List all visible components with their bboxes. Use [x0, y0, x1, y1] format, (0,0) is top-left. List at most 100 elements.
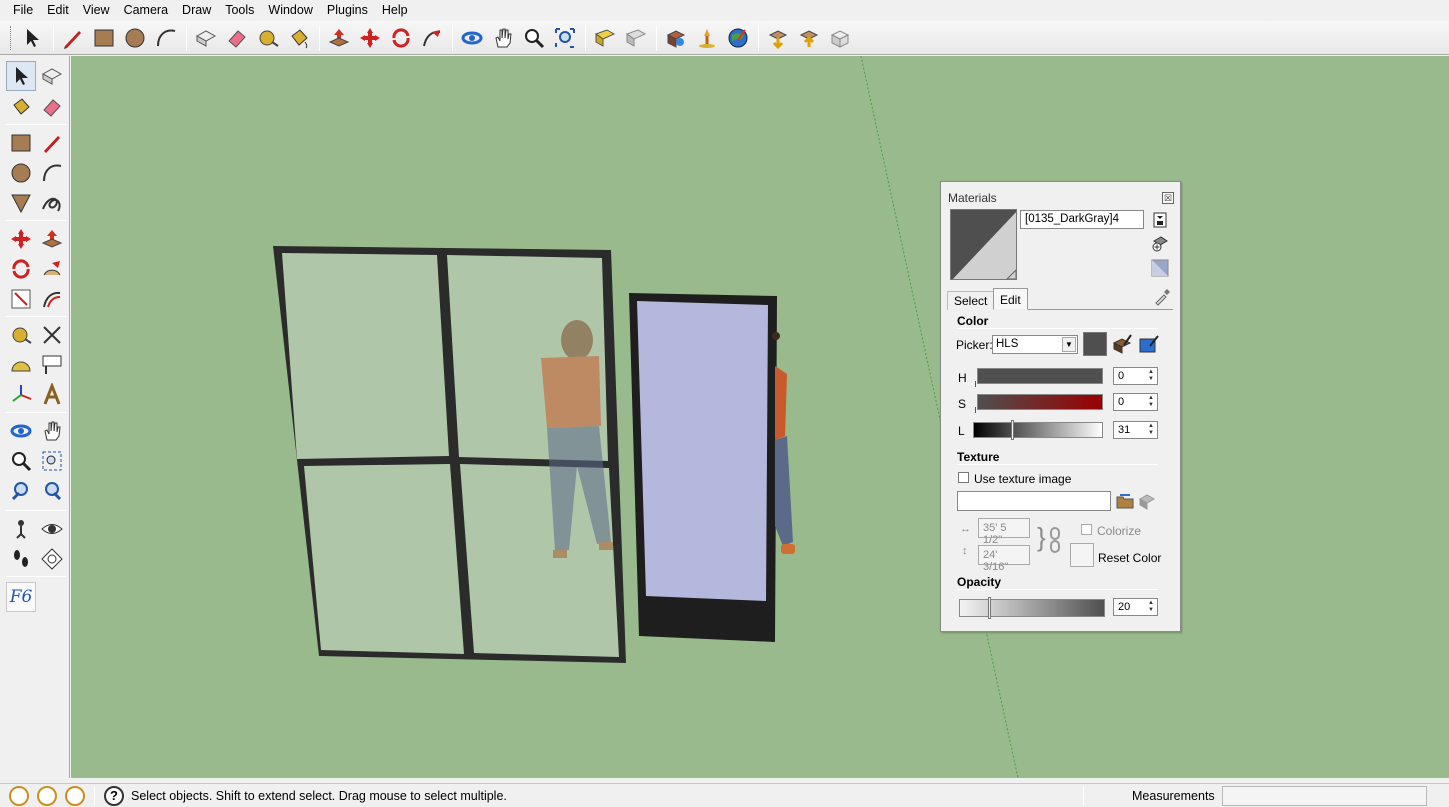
spinner-arrows-icon[interactable]: ▲ ▼ [1146, 369, 1156, 383]
section-plane-icon[interactable] [37, 544, 67, 574]
zoom-icon[interactable] [520, 24, 548, 52]
circle-icon[interactable] [6, 158, 36, 188]
follow-me-icon[interactable] [37, 254, 67, 284]
paint-bucket-icon[interactable] [6, 92, 36, 122]
eraser-icon[interactable] [223, 24, 251, 52]
close-icon[interactable]: ☒ [1162, 192, 1174, 204]
f6-plugin-icon[interactable]: F6 [6, 582, 36, 612]
move-icon[interactable] [356, 24, 384, 52]
extension-warehouse-icon[interactable] [826, 24, 854, 52]
match-color-on-screen-icon[interactable] [1138, 333, 1160, 355]
zoom-icon[interactable] [6, 446, 36, 476]
instructor-help-icon[interactable]: ? [104, 786, 124, 806]
menu-view[interactable]: View [76, 0, 117, 21]
tab-edit[interactable]: Edit [993, 288, 1028, 310]
hue-slider-thumb[interactable] [975, 381, 979, 387]
hue-slider[interactable] [977, 368, 1103, 384]
measurements-input[interactable] [1222, 786, 1427, 806]
match-color-in-model-icon[interactable] [1111, 333, 1133, 355]
orbit-icon[interactable] [6, 416, 36, 446]
texture-height-field[interactable]: 24' 3/16" [978, 545, 1030, 573]
orbit-icon[interactable] [458, 24, 486, 52]
zoom-window-icon[interactable] [37, 446, 67, 476]
rectangle-icon[interactable] [6, 128, 36, 158]
hue-spinner[interactable]: 0 ▲ ▼ [1113, 367, 1158, 385]
opacity-slider[interactable] [959, 599, 1105, 617]
menu-camera[interactable]: Camera [117, 0, 175, 21]
menu-tools[interactable]: Tools [218, 0, 261, 21]
user-icon[interactable] [65, 786, 85, 806]
axes-icon[interactable] [6, 380, 36, 410]
line-icon[interactable] [37, 128, 67, 158]
scale-icon[interactable] [6, 284, 36, 314]
lightness-spinner[interactable]: 31 ▲ ▼ [1113, 421, 1158, 439]
toolbar-grip[interactable] [10, 25, 13, 50]
texture-path-field[interactable] [957, 491, 1111, 511]
pan-hand-icon[interactable] [37, 416, 67, 446]
display-secondary-pane-icon[interactable] [1151, 211, 1169, 229]
picker-select[interactable]: HLS ▼ [992, 335, 1078, 354]
menu-edit[interactable]: Edit [40, 0, 76, 21]
material-preview-swatch[interactable] [950, 209, 1017, 280]
arc-icon[interactable] [152, 24, 180, 52]
previous-view-icon[interactable] [591, 24, 619, 52]
walk-footprints-icon[interactable] [6, 544, 36, 574]
create-material-icon[interactable] [1151, 234, 1169, 252]
lock-aspect-chain-icon[interactable] [1049, 527, 1061, 553]
rectangle-icon[interactable] [90, 24, 118, 52]
color-swatch[interactable] [1083, 332, 1107, 356]
reset-color-label[interactable]: Reset Color [1098, 551, 1161, 565]
saturation-spinner[interactable]: 0 ▲ ▼ [1113, 393, 1158, 411]
look-around-eye-icon[interactable] [37, 514, 67, 544]
tab-select[interactable]: Select [947, 291, 995, 310]
browse-folder-icon[interactable] [1116, 492, 1134, 510]
use-texture-checkbox[interactable] [958, 472, 969, 483]
opacity-spinner[interactable]: 20 ▲ ▼ [1113, 598, 1158, 616]
select-tool-icon[interactable] [19, 24, 47, 52]
freehand-icon[interactable] [37, 188, 67, 218]
tape-measure-icon[interactable] [6, 320, 36, 350]
modeling-viewport[interactable] [71, 56, 1449, 778]
polygon-icon[interactable] [6, 188, 36, 218]
share-component-icon[interactable] [795, 24, 823, 52]
zoom-extents-icon[interactable] [37, 476, 67, 506]
google-earth-icon[interactable] [724, 24, 752, 52]
paint-bucket-icon[interactable] [285, 24, 313, 52]
pencil-line-icon[interactable] [59, 24, 87, 52]
menu-plugins[interactable]: Plugins [320, 0, 375, 21]
reset-color-swatch[interactable] [1070, 543, 1094, 567]
edit-texture-icon[interactable] [1138, 492, 1156, 510]
offset-icon[interactable] [37, 284, 67, 314]
pan-hand-icon[interactable] [489, 24, 517, 52]
get-models-icon[interactable] [662, 24, 690, 52]
arc-icon[interactable] [37, 158, 67, 188]
make-component-icon[interactable] [37, 61, 67, 91]
protractor-icon[interactable] [6, 350, 36, 380]
add-location-icon[interactable] [693, 24, 721, 52]
eraser-icon[interactable] [37, 92, 67, 122]
menu-help[interactable]: Help [375, 0, 415, 21]
saturation-slider[interactable] [977, 394, 1103, 410]
geo-location-icon[interactable] [9, 786, 29, 806]
move-icon[interactable] [6, 224, 36, 254]
spinner-arrows-icon[interactable]: ▲ ▼ [1146, 423, 1156, 437]
tape-measure-icon[interactable] [254, 24, 282, 52]
make-component-icon[interactable] [192, 24, 220, 52]
menu-file[interactable]: File [6, 0, 40, 21]
select-arrow-icon[interactable] [6, 61, 36, 91]
material-name-field[interactable]: [0135_DarkGray]4 [1020, 210, 1144, 229]
default-material-icon[interactable] [1151, 259, 1169, 277]
zoom-extents-icon[interactable] [551, 24, 579, 52]
dimension-icon[interactable] [37, 320, 67, 350]
follow-me-icon[interactable] [418, 24, 446, 52]
lightness-slider-thumb[interactable] [1011, 420, 1014, 440]
menu-draw[interactable]: Draw [175, 0, 218, 21]
lightness-slider[interactable] [973, 422, 1103, 438]
saturation-slider-thumb[interactable] [975, 407, 979, 413]
previous-view-icon[interactable] [6, 476, 36, 506]
menu-window[interactable]: Window [261, 0, 319, 21]
3d-text-icon[interactable] [37, 380, 67, 410]
push-pull-icon[interactable] [325, 24, 353, 52]
text-icon[interactable] [37, 350, 67, 380]
push-pull-icon[interactable] [37, 224, 67, 254]
